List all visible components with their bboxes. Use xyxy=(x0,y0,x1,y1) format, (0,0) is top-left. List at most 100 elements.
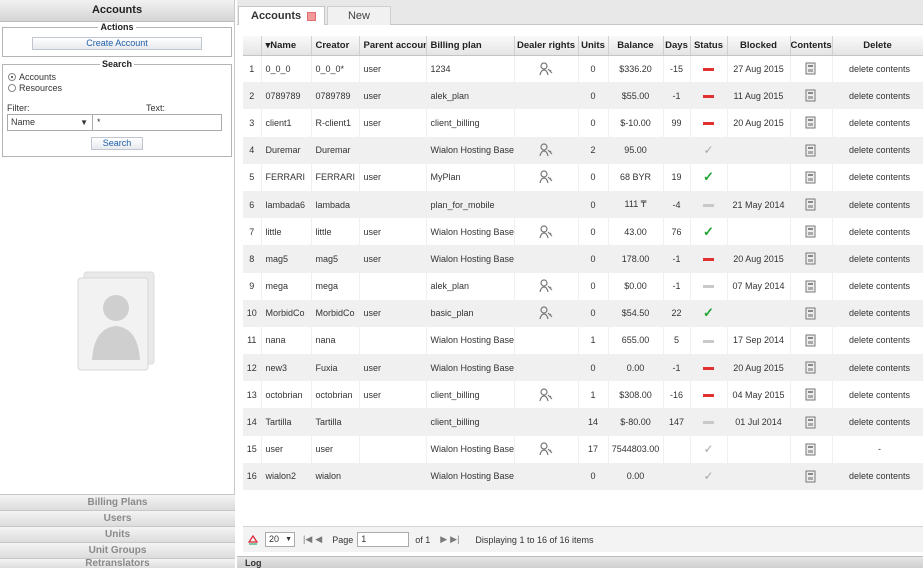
table-row[interactable]: 10 MorbidCo MorbidCo user basic_plan 0 $54.50 2… xyxy=(243,299,923,327)
dealer-key-icon[interactable] xyxy=(538,442,554,456)
delete-contents-link[interactable]: delete contents xyxy=(832,299,923,327)
delete-contents-link[interactable]: delete contents xyxy=(832,136,923,164)
col-header-blocked[interactable]: Blocked xyxy=(727,36,791,56)
contents-icon[interactable] xyxy=(805,280,817,293)
cell-dealer[interactable] xyxy=(514,163,579,191)
table-row[interactable]: 14 Tartilla Tartilla client_billing 14 $-80.0… xyxy=(243,408,923,436)
page-number-input[interactable]: 1 xyxy=(357,532,410,547)
contents-icon[interactable] xyxy=(805,198,817,211)
delete-contents-link[interactable]: delete contents xyxy=(832,163,923,191)
radio-accounts[interactable]: Accounts xyxy=(8,71,227,82)
col-header-units[interactable]: Units xyxy=(578,36,609,56)
cell-contents[interactable] xyxy=(790,354,833,382)
delete-contents-link[interactable]: delete contents xyxy=(832,218,923,246)
dealer-key-icon[interactable] xyxy=(538,279,554,293)
log-panel-header[interactable]: Log xyxy=(237,556,923,568)
col-header-dealer[interactable]: Dealer rights xyxy=(514,36,579,56)
col-header-delete[interactable]: Delete xyxy=(832,36,923,56)
section-billing-plans[interactable]: Billing Plans xyxy=(0,494,235,510)
delete-contents-link[interactable]: - xyxy=(832,435,923,463)
section-users[interactable]: Users xyxy=(0,510,235,526)
tab-accounts[interactable]: Accounts xyxy=(238,6,325,25)
table-row[interactable]: 3 client1 R-client1 user client_billing 0 $-10… xyxy=(243,109,923,137)
delete-contents-link[interactable]: delete contents xyxy=(832,190,923,219)
cell-contents[interactable] xyxy=(790,136,833,164)
cell-contents[interactable] xyxy=(790,272,833,300)
table-row[interactable]: 4 Duremar Duremar Wialon Hosting Base 2 95.00… xyxy=(243,136,923,164)
delete-contents-link[interactable]: delete contents xyxy=(832,462,923,490)
contents-icon[interactable] xyxy=(805,443,817,456)
radio-resources-dot[interactable] xyxy=(8,83,16,92)
delete-contents-link[interactable]: delete contents xyxy=(832,55,923,83)
close-icon[interactable] xyxy=(307,12,316,21)
col-header-balance[interactable]: Balance xyxy=(608,36,664,56)
col-header-name[interactable]: ▾Name xyxy=(261,36,312,56)
cell-contents[interactable] xyxy=(790,190,833,219)
first-page-icon[interactable]: |◀ xyxy=(303,534,312,545)
cell-contents[interactable] xyxy=(790,55,833,83)
cell-name[interactable]: wialon2 xyxy=(261,462,312,490)
cell-name[interactable]: client1 xyxy=(261,109,312,137)
search-button[interactable]: Search xyxy=(91,137,143,150)
cell-name[interactable]: mega xyxy=(261,272,312,300)
cell-contents[interactable] xyxy=(790,109,833,137)
cell-name[interactable]: mag5 xyxy=(261,245,312,273)
radio-resources[interactable]: Resources xyxy=(8,82,227,93)
contents-icon[interactable] xyxy=(805,334,817,347)
contents-icon[interactable] xyxy=(805,144,817,157)
cell-contents[interactable] xyxy=(790,408,833,436)
cell-name[interactable]: Duremar xyxy=(261,136,312,164)
tab-new[interactable]: New xyxy=(327,6,391,25)
cell-contents[interactable] xyxy=(790,299,833,327)
col-header-contents[interactable]: Contents xyxy=(790,36,833,56)
section-unit-groups[interactable]: Unit Groups xyxy=(0,542,235,558)
cell-name[interactable]: nana xyxy=(261,326,312,355)
contents-icon[interactable] xyxy=(805,171,817,184)
delete-contents-link[interactable]: delete contents xyxy=(832,326,923,355)
cell-dealer[interactable] xyxy=(514,272,579,300)
dealer-key-icon[interactable] xyxy=(538,388,554,401)
col-header-status[interactable]: Status xyxy=(690,36,728,56)
delete-contents-link[interactable]: delete contents xyxy=(832,354,923,382)
page-size-select[interactable]: 20 ▼ xyxy=(265,532,295,547)
delete-contents-link[interactable]: delete contents xyxy=(832,82,923,110)
cell-contents[interactable] xyxy=(790,163,833,191)
col-header-days[interactable]: Days xyxy=(663,36,691,56)
table-row[interactable]: 16 wialon2 wialon Wialon Hosting Base 0 0.00 ✓… xyxy=(243,462,923,490)
delete-contents-link[interactable]: delete contents xyxy=(832,109,923,137)
cell-name[interactable]: little xyxy=(261,218,312,246)
delete-contents-link[interactable]: delete contents xyxy=(832,272,923,300)
cell-dealer[interactable] xyxy=(514,381,579,409)
section-units[interactable]: Units xyxy=(0,526,235,542)
col-header-plan[interactable]: Billing plan xyxy=(426,36,515,56)
cell-contents[interactable] xyxy=(790,82,833,110)
accounts-section-header[interactable]: Accounts xyxy=(0,0,234,22)
cell-contents[interactable] xyxy=(790,462,833,490)
create-account-button[interactable]: Create Account xyxy=(32,37,202,50)
contents-icon[interactable] xyxy=(805,307,817,320)
cell-dealer[interactable] xyxy=(514,435,579,463)
filter-select[interactable]: Name ▼ xyxy=(7,114,93,131)
table-row[interactable]: 11 nana nana Wialon Hosting Base 1 655.00 5 17 … xyxy=(243,326,923,355)
col-header-creator[interactable]: Creator xyxy=(311,36,360,56)
table-row[interactable]: 15 user user Wialon Hosting Base 17 7544803.0… xyxy=(243,435,923,463)
cell-name[interactable]: 0789789 xyxy=(261,82,312,110)
delete-contents-link[interactable]: delete contents xyxy=(832,245,923,273)
cell-contents[interactable] xyxy=(790,245,833,273)
contents-icon[interactable] xyxy=(805,388,817,401)
contents-icon[interactable] xyxy=(805,470,817,483)
col-header-parent[interactable]: Parent account xyxy=(359,36,427,56)
dealer-key-icon[interactable] xyxy=(538,306,554,320)
cell-name[interactable]: octobrian xyxy=(261,381,312,409)
dealer-key-icon[interactable] xyxy=(538,225,554,238)
cell-dealer[interactable] xyxy=(514,136,579,164)
dealer-key-icon[interactable] xyxy=(538,143,554,157)
prev-page-icon[interactable]: ◀ xyxy=(315,534,322,545)
section-retranslators[interactable]: Retranslators xyxy=(0,558,235,568)
contents-icon[interactable] xyxy=(805,116,817,129)
table-row[interactable]: 2 0789789 0789789 user alek_plan 0 $55.00 -1 11 … xyxy=(243,82,923,110)
cell-contents[interactable] xyxy=(790,435,833,463)
contents-icon[interactable] xyxy=(805,89,817,102)
delete-contents-link[interactable]: delete contents xyxy=(832,408,923,436)
table-row[interactable]: 6 lambada6 lambada plan_for_mobile 0 111 ₸ -4 2… xyxy=(243,190,923,219)
